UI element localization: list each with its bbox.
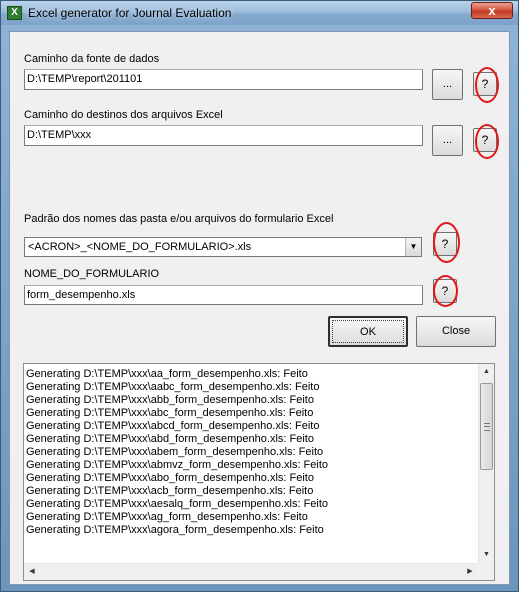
log-line: Generating D:\TEMP\xxx\abc_form_desempen… [26,407,314,419]
log-line: Generating D:\TEMP\xxx\abcd_form_desempe… [26,420,320,432]
close-button[interactable]: Close [416,316,496,347]
source-path-input[interactable]: D:\TEMP\report\201101 [24,69,423,90]
log-line: Generating D:\TEMP\xxx\abo_form_desempen… [26,472,314,484]
log-line: Generating D:\TEMP\xxx\aesalq_form_desem… [26,498,329,510]
log-line: Generating D:\TEMP\xxx\aa_form_desempenh… [26,368,308,380]
log-line: Generating D:\TEMP\xxx\abb_form_desempen… [26,394,314,406]
grip-icon [484,423,490,431]
scroll-down-icon[interactable]: ▼ [479,547,494,563]
log-line: Generating D:\TEMP\xxx\ag_form_desempenh… [26,511,308,523]
dest-browse-button[interactable]: ... [432,125,463,156]
window-title: Excel generator for Journal Evaluation [28,6,232,20]
ok-button[interactable]: OK [328,316,408,347]
log-line: Generating D:\TEMP\xxx\abd_form_desempen… [26,433,314,445]
pattern-label: Padrão dos nomes das pasta e/ou arquivos… [24,213,334,225]
scroll-right-icon[interactable]: ▶ [462,564,478,580]
log-line: Generating D:\TEMP\xxx\agora_form_desemp… [26,524,324,536]
log-line: Generating D:\TEMP\xxx\acb_form_desempen… [26,485,314,497]
pattern-help-highlight [433,222,460,263]
chevron-down-icon[interactable]: ▼ [405,238,421,256]
pattern-select-value: <ACRON>_<NOME_DO_FORMULARIO>.xls [28,241,252,253]
source-path-label: Caminho da fonte de dados [24,53,160,65]
form-name-label: NOME_DO_FORMULARIO [24,268,160,280]
form-help-highlight [433,275,458,307]
log-line: Generating D:\TEMP\xxx\abmvz_form_desemp… [26,459,329,471]
window-close-button[interactable]: x [471,2,513,19]
log-lines: Generating D:\TEMP\xxx\aa_form_desempenh… [26,368,476,560]
scroll-left-icon[interactable]: ◀ [24,564,40,580]
dest-path-input[interactable]: D:\TEMP\xxx [24,125,423,146]
title-bar[interactable]: X Excel generator for Journal Evaluation… [1,1,518,25]
app-window: X Excel generator for Journal Evaluation… [0,0,519,592]
dest-help-highlight [475,124,499,159]
scrollbar-corner [477,563,494,580]
form-name-input[interactable]: form_desempenho.xls [24,285,423,305]
log-horizontal-scrollbar[interactable]: ◀ ▶ [24,563,478,580]
log-vertical-scrollbar[interactable]: ▲ ▼ [478,364,494,563]
pattern-select[interactable]: <ACRON>_<NOME_DO_FORMULARIO>.xls ▼ [24,237,422,257]
dest-path-label: Caminho do destinos dos arquivos Excel [24,109,223,121]
log-line: Generating D:\TEMP\xxx\aabc_form_desempe… [26,381,320,393]
source-help-highlight [475,67,499,103]
excel-app-icon: X [7,6,22,20]
source-browse-button[interactable]: ... [432,69,463,100]
log-line: Generating D:\TEMP\xxx\abem_form_desempe… [26,446,324,458]
dialog-body: Caminho da fonte de dados D:\TEMP\report… [9,31,510,585]
scroll-thumb[interactable] [480,383,493,470]
log-listbox[interactable]: Generating D:\TEMP\xxx\aa_form_desempenh… [23,363,495,581]
scroll-up-icon[interactable]: ▲ [479,364,494,380]
